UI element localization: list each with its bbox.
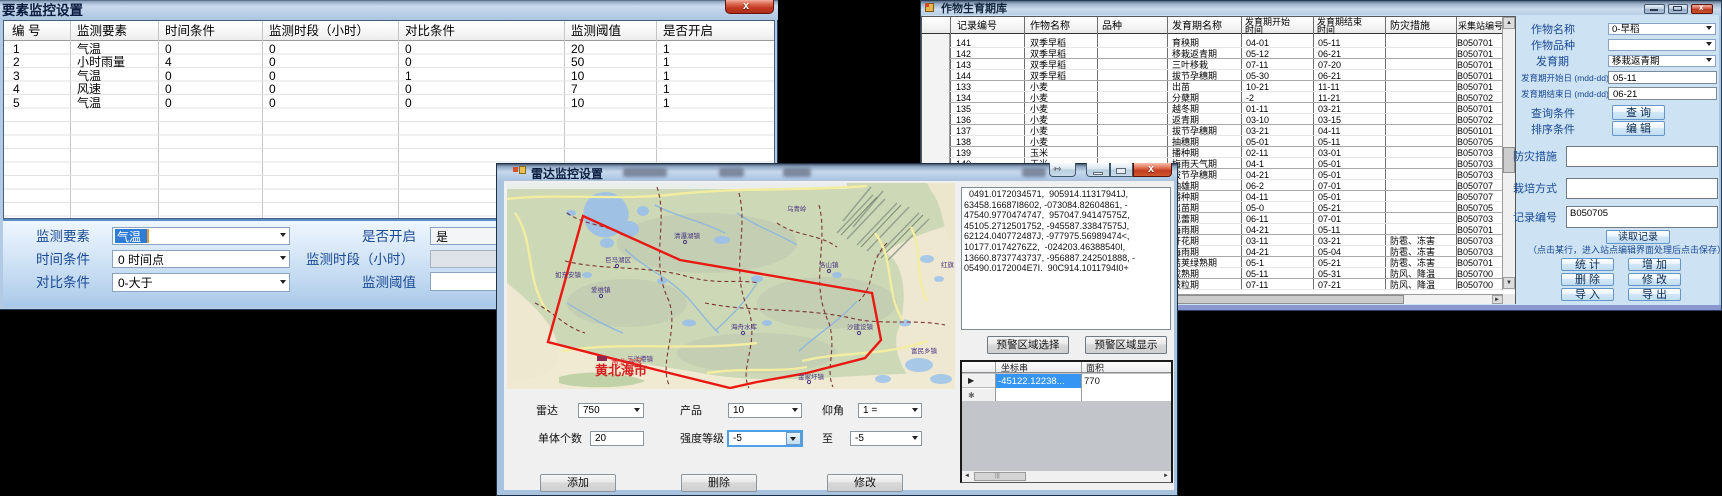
- svg-text:如东安镇: 如东安镇: [555, 270, 582, 279]
- svg-text:海舟水库: 海舟水库: [731, 322, 758, 331]
- svg-text:乌青岭: 乌青岭: [787, 204, 807, 213]
- svg-text:爱维镇: 爱维镇: [591, 285, 611, 294]
- svg-text:巨马湖区: 巨马湖区: [605, 255, 632, 264]
- svg-text:黄北海市: 黄北海市: [595, 363, 647, 378]
- svg-text:洛山镇: 洛山镇: [819, 260, 839, 269]
- svg-text:金家圩镇: 金家圩镇: [798, 372, 825, 381]
- svg-text:沙建设镇: 沙建设镇: [847, 322, 874, 331]
- svg-text:清瀑湖镇: 清瀑湖镇: [674, 231, 701, 240]
- svg-text:富民乡镇: 富民乡镇: [911, 346, 938, 355]
- svg-text:红旗: 红旗: [941, 260, 955, 269]
